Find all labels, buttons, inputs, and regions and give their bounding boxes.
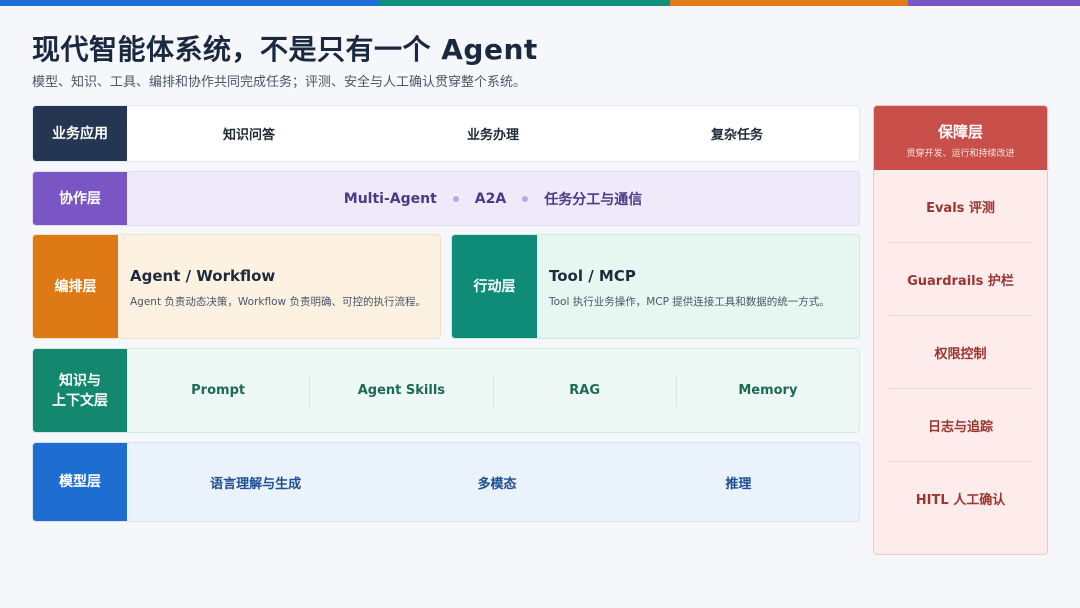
page-title: 现代智能体系统，不是只有一个 Agent (32, 33, 538, 66)
accent-segment-blue (0, 0, 380, 6)
layer-label-knowledge: 知识与 上下文层 (33, 349, 127, 432)
action-body: Tool / MCP Tool 执行业务操作，MCP 提供连接工具和数据的统一方… (537, 235, 859, 338)
model-item: 语言理解与生成 (210, 476, 302, 492)
layer-business-app: 业务应用 知识问答 业务办理 复杂任务 (32, 105, 860, 162)
guard-item: Guardrails 护栏 (888, 243, 1033, 316)
knowledge-label-line2: 上下文层 (52, 392, 108, 409)
app-item: 复杂任务 (710, 128, 763, 143)
collab-item: 任务分工与通信 (544, 191, 643, 208)
guard-item: 日志与追踪 (888, 389, 1033, 462)
layer-action: 行动层 Tool / MCP Tool 执行业务操作，MCP 提供连接工具和数据… (451, 234, 860, 339)
model-items: 语言理解与生成 多模态 推理 (127, 443, 859, 521)
layer-orchestration: 编排层 Agent / Workflow Agent 负责动态决策，Workfl… (32, 234, 441, 339)
guard-layer-header: 保障层 贯穿开发、运行和持续改进 (874, 106, 1047, 170)
knowledge-item: Agent Skills (310, 375, 494, 406)
action-title: Tool / MCP (549, 267, 636, 285)
guard-layer-title: 保障层 (937, 123, 983, 141)
accent-segment-purple (908, 0, 1080, 6)
separator-dot (452, 195, 459, 202)
guard-layer-list: Evals 评测 Guardrails 护栏 权限控制 日志与追踪 HITL 人… (874, 170, 1047, 535)
app-items: 知识问答 业务办理 复杂任务 (127, 106, 859, 161)
separator-dot (522, 195, 529, 202)
layer-label-app: 业务应用 (33, 106, 127, 161)
layer-label-action: 行动层 (452, 235, 537, 338)
collab-item: A2A (474, 190, 507, 207)
guard-layer-panel: 保障层 贯穿开发、运行和持续改进 Evals 评测 Guardrails 护栏 … (873, 105, 1048, 555)
orchestration-desc: Agent 负责动态决策，Workflow 负责明确、可控的执行流程。 (130, 296, 426, 308)
action-desc: Tool 执行业务操作，MCP 提供连接工具和数据的统一方式。 (549, 296, 830, 308)
app-item: 业务办理 (466, 128, 519, 143)
orchestration-title: Agent / Workflow (130, 267, 276, 285)
layer-label-model: 模型层 (33, 443, 127, 521)
model-item: 多模态 (477, 476, 517, 492)
layer-collaboration: 协作层 Multi-Agent A2A 任务分工与通信 (32, 171, 860, 226)
guard-layer-subtitle: 贯穿开发、运行和持续改进 (906, 149, 1015, 159)
top-accent-bar (0, 0, 1080, 6)
knowledge-item: Prompt (127, 375, 311, 406)
accent-segment-teal (380, 0, 670, 6)
layer-model: 模型层 语言理解与生成 多模态 推理 (32, 442, 860, 522)
collab-item: Multi-Agent (343, 190, 437, 207)
guard-item: 权限控制 (888, 316, 1033, 389)
knowledge-item: RAG (494, 375, 677, 406)
collab-items: Multi-Agent A2A 任务分工与通信 (127, 172, 859, 225)
app-item: 知识问答 (222, 128, 275, 143)
knowledge-label-line1: 知识与 (59, 372, 101, 389)
guard-item: Evals 评测 (888, 170, 1033, 243)
knowledge-item: Memory (738, 383, 798, 398)
accent-segment-orange (670, 0, 908, 6)
knowledge-items: Prompt Agent Skills RAG Memory (127, 349, 859, 432)
guard-item: HITL 人工确认 (915, 493, 1006, 508)
page-subtitle: 模型、知识、工具、编排和协作共同完成任务；评测、安全与人工确认贯穿整个系统。 (32, 75, 527, 90)
layer-label-orchestration: 编排层 (33, 235, 118, 338)
layer-label-collab: 协作层 (33, 172, 127, 225)
layer-knowledge-context: 知识与 上下文层 Prompt Agent Skills RAG Memory (32, 348, 860, 433)
orchestration-body: Agent / Workflow Agent 负责动态决策，Workflow 负… (118, 235, 440, 338)
model-item: 推理 (725, 476, 752, 492)
